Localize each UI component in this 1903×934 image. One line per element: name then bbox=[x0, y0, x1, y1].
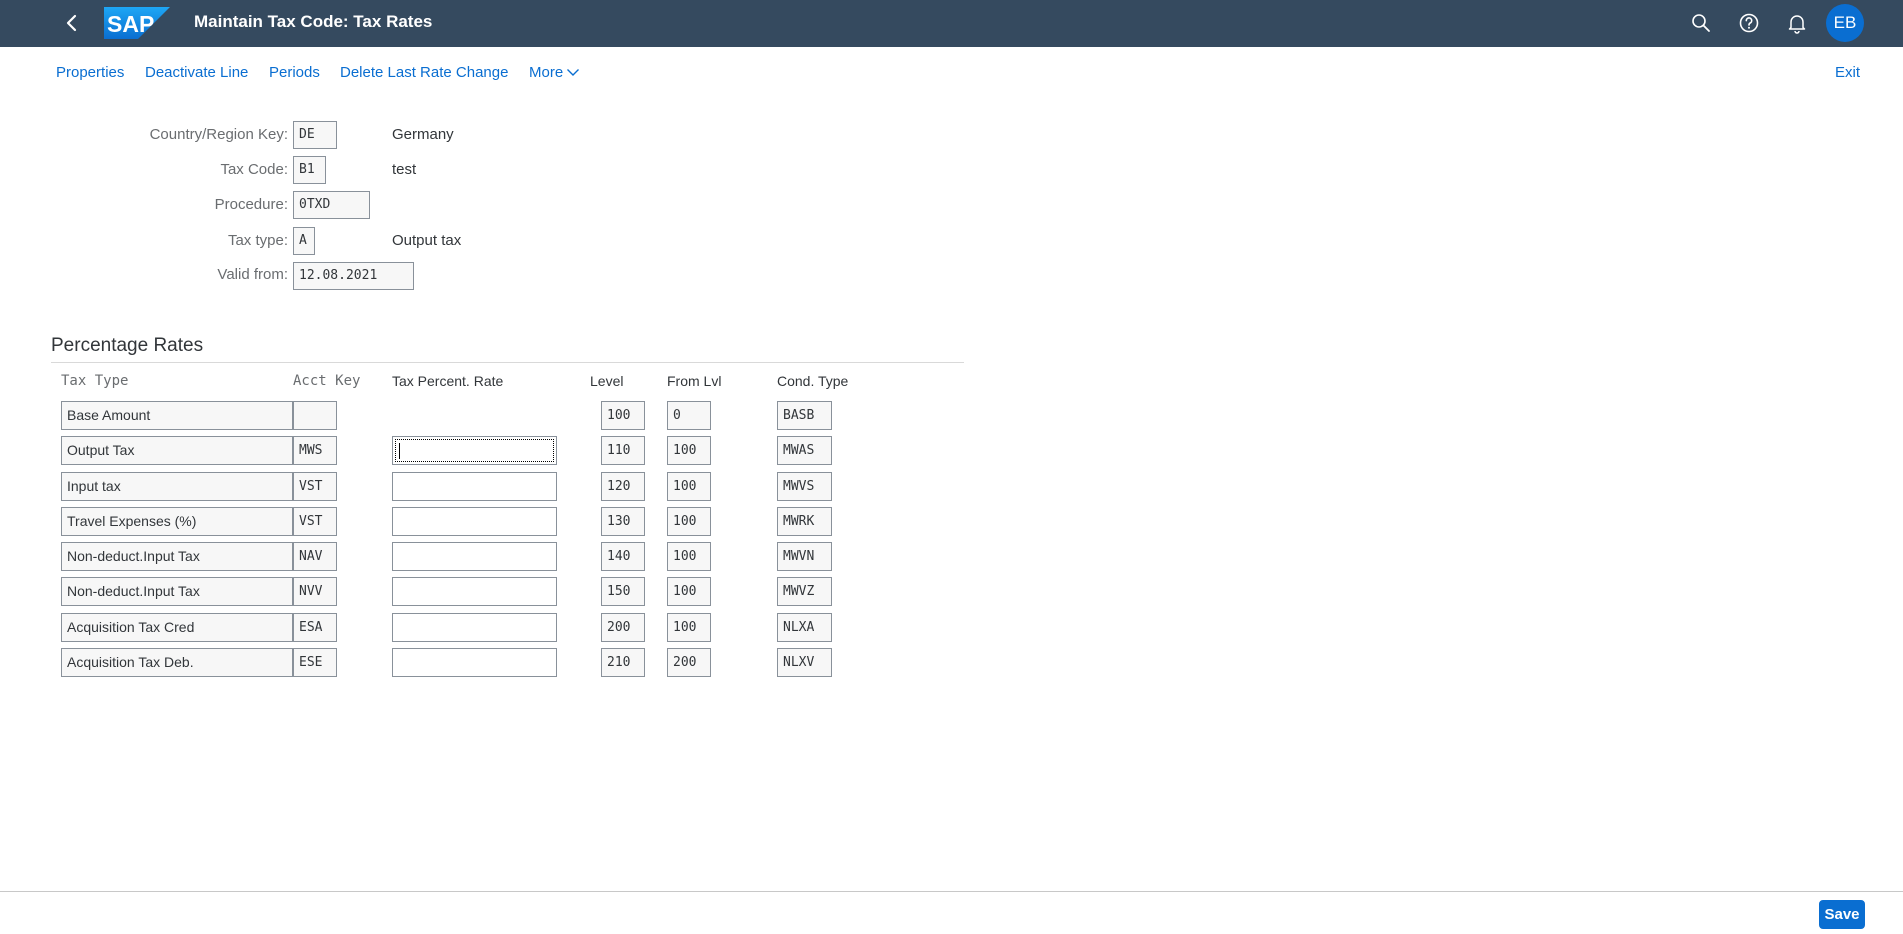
acct-key-cell[interactable]: VST bbox=[293, 507, 337, 536]
notification-icon[interactable] bbox=[1786, 12, 1808, 34]
level-cell[interactable]: 100 bbox=[601, 401, 645, 430]
level-cell[interactable]: 140 bbox=[601, 542, 645, 571]
col-head-acct-key: Acct Key bbox=[293, 373, 361, 389]
properties-button[interactable]: Properties bbox=[56, 64, 124, 81]
footer-divider bbox=[0, 891, 1903, 892]
acct-key-cell[interactable]: MWS bbox=[293, 436, 337, 465]
cond-type-cell[interactable]: MWVN bbox=[777, 542, 832, 571]
valid-from-label: Valid from: bbox=[217, 266, 288, 283]
help-icon[interactable] bbox=[1738, 12, 1760, 34]
valid-from-field[interactable]: 12.08.2021 bbox=[293, 262, 414, 290]
acct-key-cell[interactable]: NAV bbox=[293, 542, 337, 571]
acct-key-cell[interactable]: ESA bbox=[293, 613, 337, 642]
acct-key-cell[interactable]: ESE bbox=[293, 648, 337, 677]
acct-key-cell[interactable] bbox=[293, 401, 337, 430]
level-cell[interactable]: 120 bbox=[601, 472, 645, 501]
from-lvl-cell[interactable]: 100 bbox=[667, 542, 711, 571]
tax-percent-rate-input[interactable] bbox=[392, 577, 557, 606]
acct-key-cell[interactable]: VST bbox=[293, 472, 337, 501]
section-divider bbox=[51, 362, 964, 363]
from-lvl-cell[interactable]: 200 bbox=[667, 648, 711, 677]
tax-type-cell[interactable]: Non-deduct.Input Tax bbox=[61, 542, 293, 571]
tax-percent-rate-input[interactable] bbox=[392, 542, 557, 571]
tax-percent-rate-input[interactable] bbox=[392, 648, 557, 677]
tax-percent-rate-input[interactable] bbox=[392, 613, 557, 642]
col-head-level: Level bbox=[590, 373, 624, 389]
tax-type-cell[interactable]: Input tax bbox=[61, 472, 293, 501]
more-menu-button[interactable]: More bbox=[529, 64, 580, 81]
avatar[interactable]: EB bbox=[1826, 4, 1864, 42]
text-cursor bbox=[399, 442, 400, 459]
chevron-down-icon bbox=[566, 64, 580, 81]
col-head-tax-percent-rate: Tax Percent. Rate bbox=[392, 373, 504, 389]
periods-button[interactable]: Periods bbox=[269, 64, 320, 81]
page-title: Maintain Tax Code: Tax Rates bbox=[194, 12, 433, 31]
level-cell[interactable]: 200 bbox=[601, 613, 645, 642]
tax-percent-rate-input[interactable] bbox=[392, 472, 557, 501]
save-button[interactable]: Save bbox=[1819, 900, 1865, 929]
cond-type-cell[interactable]: NLXA bbox=[777, 613, 832, 642]
tax-type-description: Output tax bbox=[392, 232, 462, 249]
col-head-cond-type: Cond. Type bbox=[777, 373, 849, 389]
percentage-rates-title: Percentage Rates bbox=[51, 335, 204, 356]
cond-type-cell[interactable]: MWVS bbox=[777, 472, 832, 501]
tax-type-label: Tax type: bbox=[227, 232, 288, 249]
from-lvl-cell[interactable]: 100 bbox=[667, 436, 711, 465]
tax-code-description: test bbox=[392, 161, 417, 178]
cond-type-cell[interactable]: BASB bbox=[777, 401, 832, 430]
from-lvl-cell[interactable]: 100 bbox=[667, 577, 711, 606]
procedure-field[interactable]: 0TXD bbox=[293, 191, 370, 219]
cond-type-cell[interactable]: MWVZ bbox=[777, 577, 832, 606]
tax-code-field[interactable]: B1 bbox=[293, 156, 326, 184]
acct-key-cell[interactable]: NVV bbox=[293, 577, 337, 606]
tax-code-label: Tax Code: bbox=[220, 161, 288, 178]
from-lvl-cell[interactable]: 0 bbox=[667, 401, 711, 430]
procedure-label: Procedure: bbox=[214, 196, 288, 213]
from-lvl-cell[interactable]: 100 bbox=[667, 472, 711, 501]
level-cell[interactable]: 210 bbox=[601, 648, 645, 677]
country-region-key-field[interactable]: DE bbox=[293, 121, 337, 149]
back-icon[interactable] bbox=[60, 11, 84, 35]
tax-type-cell[interactable]: Acquisition Tax Deb. bbox=[61, 648, 293, 677]
level-cell[interactable]: 110 bbox=[601, 436, 645, 465]
delete-last-rate-change-button[interactable]: Delete Last Rate Change bbox=[340, 64, 508, 81]
cond-type-cell[interactable]: MWAS bbox=[777, 436, 832, 465]
country-description: Germany bbox=[392, 126, 454, 143]
more-label: More bbox=[529, 64, 564, 81]
tax-type-cell[interactable]: Travel Expenses (%) bbox=[61, 507, 293, 536]
tax-percent-rate-input[interactable] bbox=[392, 436, 557, 465]
tax-percent-rate-input[interactable] bbox=[392, 507, 557, 536]
svg-text:SAP: SAP bbox=[107, 11, 154, 37]
from-lvl-cell[interactable]: 100 bbox=[667, 613, 711, 642]
deactivate-line-button[interactable]: Deactivate Line bbox=[145, 64, 248, 81]
level-cell[interactable]: 130 bbox=[601, 507, 645, 536]
tax-type-cell[interactable]: Output Tax bbox=[61, 436, 293, 465]
tax-type-cell[interactable]: Base Amount bbox=[61, 401, 293, 430]
search-icon[interactable] bbox=[1690, 12, 1712, 34]
country-region-key-label: Country/Region Key: bbox=[149, 126, 288, 143]
from-lvl-cell[interactable]: 100 bbox=[667, 507, 711, 536]
cond-type-cell[interactable]: NLXV bbox=[777, 648, 832, 677]
sap-logo: SAP bbox=[104, 7, 170, 39]
exit-button[interactable]: Exit bbox=[1835, 64, 1860, 81]
col-head-tax-type: Tax Type bbox=[61, 373, 129, 389]
level-cell[interactable]: 150 bbox=[601, 577, 645, 606]
tax-type-cell[interactable]: Acquisition Tax Cred bbox=[61, 613, 293, 642]
cond-type-cell[interactable]: MWRK bbox=[777, 507, 832, 536]
col-head-from-lvl: From Lvl bbox=[667, 373, 722, 389]
shell-bar: SAP Maintain Tax Code: Tax Rates EB bbox=[0, 0, 1903, 47]
tax-type-cell[interactable]: Non-deduct.Input Tax bbox=[61, 577, 293, 606]
tax-type-field[interactable]: A bbox=[293, 227, 315, 255]
